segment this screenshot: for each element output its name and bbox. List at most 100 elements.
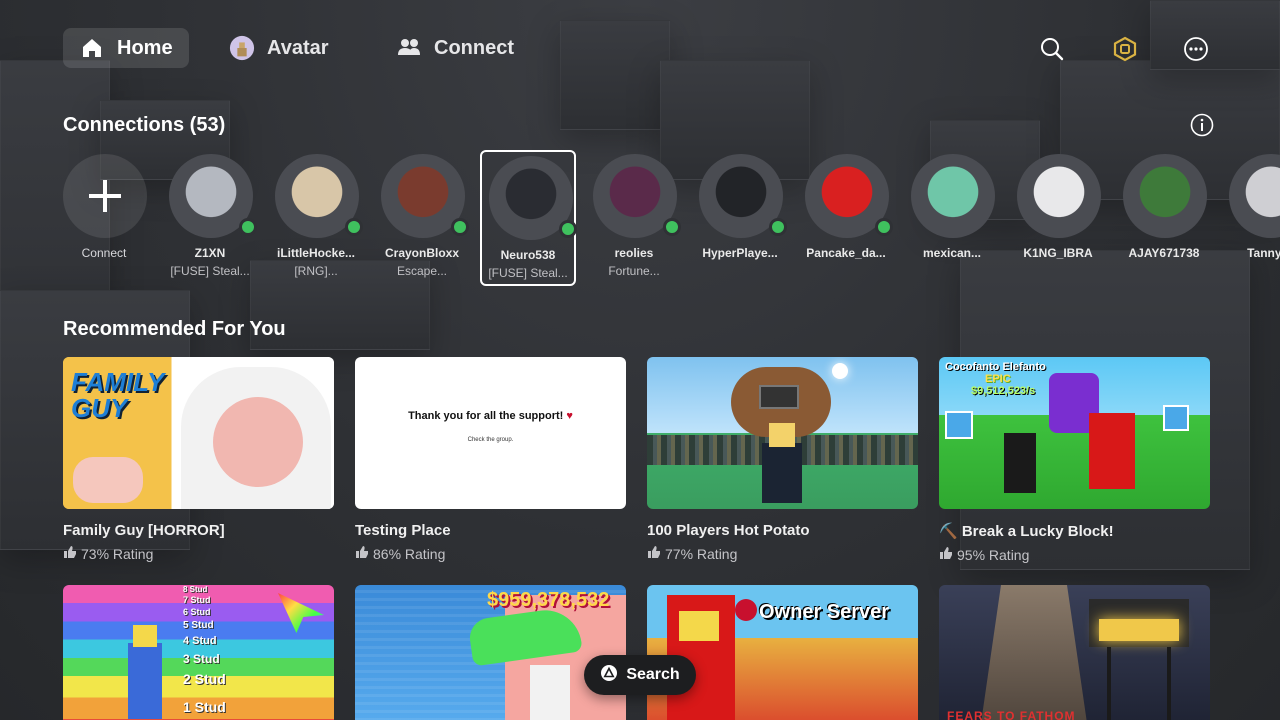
stud-label: 1 Stud — [183, 699, 226, 715]
connection-status: [FUSE] Steal... — [170, 264, 250, 278]
connection-name: mexican... — [922, 246, 982, 260]
thumbnail-title: FEARS TO FATHOM — [947, 709, 1076, 720]
thumbnail-title: Cocofanto Elefanto — [945, 361, 1046, 373]
game-card[interactable]: 100 Players Hot Potato 77% Rating — [647, 357, 918, 562]
connection-status: [FUSE] Steal... — [488, 266, 568, 280]
connection-item[interactable]: HyperPlaye... — [692, 150, 788, 286]
nav-home[interactable]: Home — [63, 28, 189, 68]
online-status-icon — [451, 218, 469, 236]
connection-item[interactable]: mexican... — [904, 150, 1000, 286]
avatar — [911, 154, 995, 238]
nav-avatar[interactable]: Avatar — [213, 28, 345, 68]
game-thumbnail: Cocofanto Elefanto EPIC $9,512,523/s — [939, 357, 1210, 509]
game-rating: 95% Rating — [939, 546, 1210, 563]
thumbnail-rarity: EPIC — [985, 373, 1011, 385]
stud-label: 4 Stud — [183, 635, 217, 647]
game-card[interactable]: Owner Server — [647, 585, 918, 720]
people-icon — [396, 35, 422, 61]
game-rating: 86% Rating — [355, 545, 626, 562]
add-connection-label: Connect — [81, 246, 127, 260]
connection-item[interactable]: K1NG_IBRA — [1010, 150, 1106, 286]
game-rating: 73% Rating — [63, 545, 334, 562]
connection-name: Z1XN — [194, 246, 226, 260]
game-rating: 77% Rating — [647, 545, 918, 562]
game-thumbnail: Thank you for all the support! ♥ Check t… — [355, 357, 626, 509]
game-rating-text: 73% Rating — [81, 545, 154, 562]
nav-connect-label: Connect — [434, 36, 514, 59]
connection-name: CrayonBloxx — [384, 246, 460, 260]
connection-item[interactable]: Z1XN [FUSE] Steal... — [162, 150, 258, 286]
game-thumbnail: Owner Server — [647, 585, 918, 720]
connection-name: iLittleHocke... — [276, 246, 356, 260]
thumbs-up-icon — [939, 546, 953, 563]
game-thumbnail: $959,378,532 — [355, 585, 626, 720]
thumbnail-title-text: Thank you for all the support! — [408, 410, 564, 422]
connection-name: Neuro538 — [500, 248, 556, 262]
online-status-icon — [875, 218, 893, 236]
avatar — [1123, 154, 1207, 238]
connection-item[interactable]: reolies Fortune... — [586, 150, 682, 286]
nav-home-label: Home — [117, 36, 173, 59]
game-title: 100 Players Hot Potato — [647, 522, 810, 539]
search-icon[interactable] — [1039, 36, 1065, 62]
connection-name: reolies — [614, 246, 654, 260]
game-title: Family Guy [HORROR] — [63, 522, 225, 539]
connection-name: HyperPlaye... — [702, 246, 778, 260]
game-rating-text: 77% Rating — [665, 545, 738, 562]
online-status-icon — [559, 220, 577, 238]
thumbnail-title: FAMILY GUY — [71, 367, 164, 423]
game-rating-text: 86% Rating — [373, 545, 446, 562]
nav-connect[interactable]: Connect — [380, 28, 530, 68]
stud-label: 3 Stud — [183, 652, 220, 666]
online-status-icon — [239, 218, 257, 236]
connection-item[interactable]: Tannyth — [1222, 150, 1280, 286]
stud-label: 5 Stud — [183, 620, 214, 631]
thumbnail-title: Thank you for all the support! ♥ — [355, 410, 626, 422]
connections-list: Connect Z1XN [FUSE] Steal... iLittleHocke.… — [56, 150, 1280, 290]
stud-label: 8 Stud — [183, 585, 208, 594]
recommended-title: Recommended For You — [63, 318, 286, 340]
info-icon[interactable] — [1190, 113, 1214, 137]
heart-icon: ♥ — [566, 410, 573, 422]
stud-label: 7 Stud — [183, 595, 211, 605]
connection-item[interactable]: iLittleHocke... [RNG]... — [268, 150, 364, 286]
game-card[interactable]: FAMILY GUY Family Guy [HORROR] 73% Ratin… — [63, 357, 334, 562]
add-connection-button[interactable]: Connect — [56, 150, 152, 286]
connection-status: Fortune... — [608, 264, 660, 278]
game-rating-text: 95% Rating — [957, 546, 1030, 563]
game-thumbnail: FEARS TO FATHOM — [939, 585, 1210, 720]
game-thumbnail: 8 Stud 7 Stud 6 Stud 5 Stud 4 Stud 3 Stu… — [63, 585, 334, 720]
thumbnail-title: Owner Server — [759, 601, 890, 623]
avatar — [1017, 154, 1101, 238]
robux-icon[interactable] — [1112, 36, 1138, 62]
nav-avatar-label: Avatar — [267, 36, 329, 59]
connections-title: Connections (53) — [63, 114, 226, 136]
connection-status: [RNG]... — [294, 264, 338, 278]
connection-item[interactable]: Neuro538 [FUSE] Steal... — [480, 150, 577, 286]
game-title: ⛏️ Break a Lucky Block! — [939, 523, 1114, 540]
game-card[interactable]: $959,378,532 — [355, 585, 626, 720]
connection-name: Pancake_da... — [806, 246, 886, 260]
connection-name: Tannyth — [1247, 246, 1280, 260]
stud-label: 6 Stud — [183, 607, 211, 617]
game-card[interactable]: 8 Stud 7 Stud 6 Stud 5 Stud 4 Stud 3 Stu… — [63, 585, 334, 720]
thumbnail-income: $9,512,523/s — [971, 385, 1036, 397]
game-card[interactable]: FEARS TO FATHOM — [939, 585, 1210, 720]
controller-triangle-icon — [600, 664, 618, 687]
stud-label: 2 Stud — [183, 671, 226, 687]
avatar — [1229, 154, 1280, 238]
connection-item[interactable]: Pancake_da... — [798, 150, 894, 286]
thumbs-up-icon — [647, 545, 661, 562]
connection-item[interactable]: AJAY671738 — [1116, 150, 1212, 286]
more-options-icon[interactable] — [1183, 36, 1209, 62]
game-card[interactable]: Thank you for all the support! ♥ Check t… — [355, 357, 626, 562]
search-button[interactable]: Search — [584, 655, 696, 695]
game-card[interactable]: Cocofanto Elefanto EPIC $9,512,523/s ⛏️ … — [939, 357, 1210, 563]
connection-name: AJAY671738 — [1128, 246, 1200, 260]
game-thumbnail — [647, 357, 918, 509]
thumbs-up-icon — [355, 545, 369, 562]
search-button-label: Search — [626, 666, 680, 683]
connection-item[interactable]: CrayonBloxx Escape... — [374, 150, 470, 286]
top-navigation: Home Avatar Connect — [63, 28, 1217, 68]
online-status-icon — [345, 218, 363, 236]
